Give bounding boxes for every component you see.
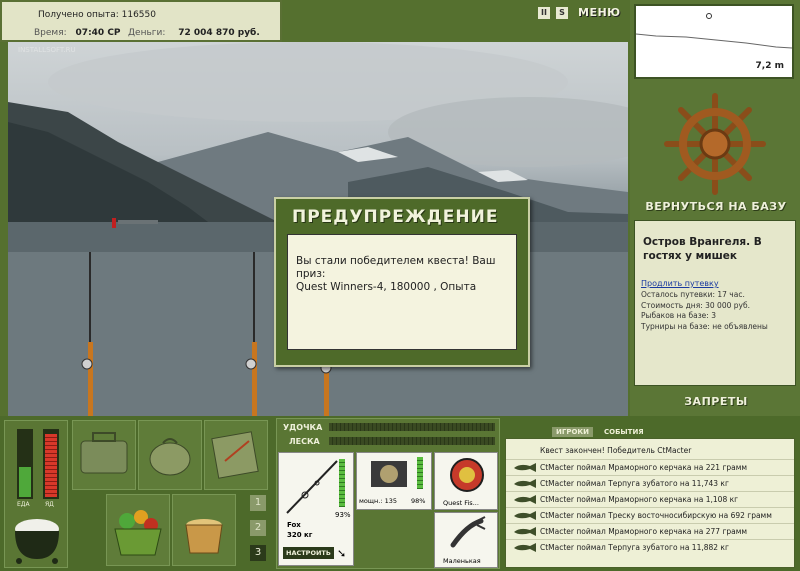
- stats-panel: Получено опыта: 116550 Время: 07:40 СР Д…: [0, 0, 282, 42]
- remaining-time: Осталось путевки: 17 час.: [641, 290, 745, 299]
- food-meter: [17, 429, 33, 499]
- money-value: 72 004 870 руб.: [178, 28, 260, 38]
- event-text: Квест закончен! Победитель CtMacter: [540, 446, 692, 455]
- fishing-rod-1[interactable]: [80, 252, 100, 416]
- catch-event-row: CtMacter поймал Терпуга зубатого на 11,8…: [506, 539, 794, 555]
- arrow-icon[interactable]: ➘: [337, 547, 346, 560]
- lure-icon: [450, 458, 484, 492]
- rod-icon: [286, 460, 338, 514]
- rod-label: УДОЧКА: [283, 423, 323, 432]
- meters-panel: ЕДА ЯД: [4, 420, 68, 568]
- event-text: CtMacter поймал Мраморного керчака на 22…: [540, 463, 748, 472]
- bans-button[interactable]: ЗАПРЕТЫ: [638, 395, 794, 408]
- bait-slot[interactable]: Маленькая: [434, 512, 498, 568]
- catch-event-row: CtMacter поймал Терпуга зубатого на 11,7…: [506, 475, 794, 491]
- tackle-box-slot[interactable]: [72, 420, 136, 490]
- depth-value: 7,2 m: [755, 61, 784, 71]
- map-icon: [211, 431, 259, 479]
- bait-bag-slot[interactable]: [138, 420, 202, 490]
- tab-players[interactable]: ИГРОКИ: [552, 427, 593, 437]
- line-tension-bar: [329, 437, 495, 445]
- page-button-1[interactable]: 1: [250, 495, 266, 511]
- rod-percent: 93%: [335, 511, 351, 519]
- ship-wheel-icon[interactable]: [663, 92, 767, 196]
- bag-icon: [149, 438, 191, 476]
- event-text: CtMacter поймал Мраморного керчака на 1,…: [540, 495, 739, 504]
- warning-dialog: ПРЕДУПРЕЖДЕНИЕ Вы стали победителем квес…: [274, 197, 530, 367]
- fish-icon: [514, 495, 536, 504]
- catch-event-row: CtMacter поймал Треску восточносибирскую…: [506, 507, 794, 523]
- location-title: Остров Врангеля. В гостях у мишек: [643, 236, 762, 262]
- reel-power: мощн.: 135: [359, 497, 397, 505]
- fishing-rod-2[interactable]: [244, 252, 264, 416]
- catch-event-row: CtMacter поймал Мраморного керчака на 1,…: [506, 491, 794, 507]
- event-text: CtMacter поймал Терпуга зубатого на 11,8…: [540, 543, 729, 552]
- reel-icon: [371, 461, 407, 487]
- fish-icon: [514, 479, 536, 488]
- experience-value: 116550: [121, 10, 156, 20]
- rod-condition-bar: [339, 459, 345, 507]
- tournaments-info: Турниры на базе: не объявлены: [641, 321, 768, 331]
- map-slot[interactable]: [204, 420, 268, 490]
- sonar-panel: 7,2 m: [634, 4, 794, 79]
- line-label: ЛЕСКА: [289, 437, 320, 446]
- food-basket-slot[interactable]: [106, 494, 170, 566]
- money-label: Деньги:: [128, 28, 166, 38]
- event-text: CtMacter поймал Терпуга зубатого на 11,7…: [540, 479, 729, 488]
- rod-weight: 320 кг: [287, 531, 313, 539]
- setup-button[interactable]: НАСТРОИТЬ: [283, 547, 334, 559]
- return-to-base-button[interactable]: ВЕРНУТЬСЯ НА БАЗУ: [638, 200, 794, 213]
- drink-label: ЯД: [45, 501, 54, 508]
- fish-icon: [514, 527, 536, 536]
- rod-tension-bar: [329, 423, 495, 431]
- fish-icon: [514, 511, 536, 520]
- reel-slot[interactable]: мощн.: 135 98%: [356, 452, 432, 510]
- cooking-pot-icon[interactable]: [11, 513, 63, 565]
- catch-event-row: CtMacter поймал Мраморного керчака на 27…: [506, 523, 794, 539]
- menu-button[interactable]: МЕНЮ: [578, 6, 621, 19]
- drink-meter: [43, 429, 59, 499]
- bucket-icon: [185, 519, 223, 554]
- food-label: ЕДА: [17, 501, 30, 508]
- s-button[interactable]: S: [556, 7, 568, 19]
- dialog-message-line1: Вы стали победителем квеста! Ваш приз:: [296, 255, 496, 280]
- event-text: CtMacter поймал Треску восточносибирскую…: [540, 511, 772, 520]
- crayfish-icon: [450, 516, 486, 548]
- watermark: INSTALLSOFT.RU: [18, 46, 76, 54]
- dialog-message-line2: Quest Winners-4, 180000 , Опыта: [296, 281, 477, 293]
- event-message: Квест закончен! Победитель CtMacter: [506, 443, 794, 458]
- events-log: ИГРОКИ СОБЫТИЯ Квест закончен! Победител…: [505, 427, 795, 568]
- reel-condition-bar: [417, 457, 423, 489]
- reel-percent: 98%: [411, 497, 426, 505]
- tackle-box-icon: [80, 432, 128, 474]
- rod-name: Fox: [287, 521, 301, 529]
- fishers-count: Рыбаков на базе: 3: [641, 311, 716, 320]
- lure-slot[interactable]: Quest Fis...: [434, 452, 498, 510]
- fish-icon: [514, 543, 536, 552]
- catch-event-row: CtMacter поймал Мраморного керчака на 22…: [506, 459, 794, 475]
- extend-voucher-link[interactable]: Продлить путевку: [641, 279, 719, 288]
- page-button-2[interactable]: 2: [250, 520, 266, 536]
- location-info-panel: Остров Врангеля. В гостях у мишек Продли…: [634, 220, 796, 386]
- pause-button[interactable]: II: [538, 7, 550, 19]
- tab-events[interactable]: СОБЫТИЯ: [600, 427, 648, 437]
- basket-icon: [114, 510, 162, 556]
- page-button-3[interactable]: 3: [250, 545, 266, 561]
- lure-name: Quest Fis...: [443, 499, 479, 507]
- experience-label: Получено опыта:: [38, 10, 119, 20]
- fish-icon: [514, 463, 536, 472]
- day-cost: Стоимость дня: 30 000 руб.: [641, 300, 750, 310]
- time-label: Время:: [34, 28, 67, 38]
- bucket-slot[interactable]: [172, 494, 236, 566]
- rod-slot[interactable]: 93% Fox 320 кг НАСТРОИТЬ ➘: [278, 452, 354, 566]
- time-value: 07:40 СР: [75, 28, 121, 38]
- event-text: CtMacter поймал Мраморного керчака на 27…: [540, 527, 748, 536]
- dialog-body: Вы стали победителем квеста! Ваш приз: Q…: [287, 234, 517, 350]
- dialog-title: ПРЕДУПРЕЖДЕНИЕ: [292, 207, 499, 227]
- bait-name: Маленькая: [443, 557, 481, 565]
